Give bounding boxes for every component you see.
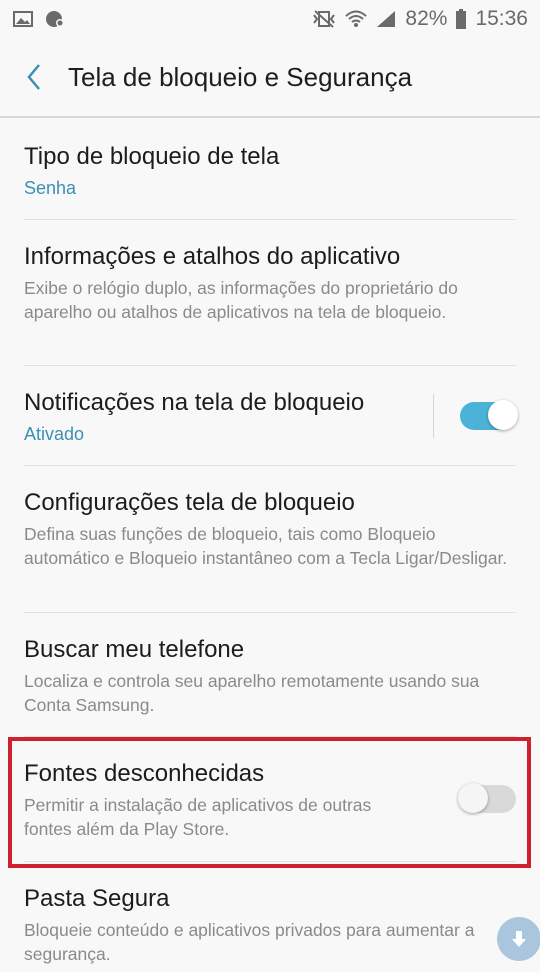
- toggle-wrapper: [433, 366, 518, 465]
- clock: 15:36: [475, 7, 528, 30]
- setting-title: Pasta Segura: [24, 885, 170, 912]
- setting-fontes-desconhecidas[interactable]: Fontes desconhecidas Permitir a instalaç…: [24, 737, 516, 862]
- setting-title: Tipo de bloqueio de tela: [24, 143, 280, 170]
- setting-title: Notificações na tela de bloqueio: [24, 389, 365, 416]
- setting-description: Bloqueie conteúdo e aplicativos privados…: [24, 920, 475, 964]
- setting-configuracoes[interactable]: Configurações tela de bloqueio Defina su…: [24, 466, 516, 613]
- setting-title: Configurações tela de bloqueio: [24, 489, 355, 516]
- image-icon: [12, 9, 34, 29]
- toggle-knob: [458, 783, 488, 813]
- vertical-divider: [433, 393, 434, 438]
- status-bar: 82% 15:36: [0, 0, 540, 38]
- setting-buscar-telefone[interactable]: Buscar meu telefone Localiza e controla …: [24, 613, 516, 737]
- chevron-left-icon: [27, 64, 40, 90]
- setting-tipo-bloqueio[interactable]: Tipo de bloqueio de tela Senha: [24, 120, 516, 220]
- setting-description: Permitir a instalação de aplicativos de …: [24, 795, 372, 839]
- page-title: Tela de bloqueio e Segurança: [68, 61, 413, 92]
- back-button[interactable]: [0, 37, 68, 117]
- toggle-knob: [488, 399, 518, 430]
- fontes-desconhecidas-toggle[interactable]: [458, 783, 516, 813]
- setting-status: Ativado: [24, 424, 85, 444]
- notificacoes-toggle[interactable]: [460, 399, 518, 430]
- battery-icon: [455, 9, 467, 29]
- arrow-down-icon: [512, 931, 526, 947]
- setting-description: Defina suas funções de bloqueio, tais co…: [24, 524, 508, 568]
- setting-description: Localiza e controla seu aparelho remotam…: [24, 671, 480, 715]
- signal-icon: [375, 9, 397, 29]
- setting-description: Exibe o relógio duplo, as informações do…: [24, 278, 458, 322]
- setting-title: Informações e atalhos do aplicativo: [24, 243, 401, 270]
- setting-notificacoes[interactable]: Notificações na tela de bloqueio Ativado: [24, 366, 518, 466]
- setting-title: Fontes desconhecidas: [24, 760, 265, 787]
- status-bar-right: 82% 15:36: [311, 7, 528, 31]
- settings-list: Tipo de bloqueio de tela Senha Informaçõ…: [0, 120, 540, 972]
- setting-value: Senha: [24, 178, 77, 198]
- vibrate-icon: [311, 9, 337, 29]
- chat-settings-icon: [44, 9, 66, 29]
- wifi-icon: [345, 9, 368, 29]
- status-bar-left: [12, 9, 66, 29]
- battery-percent: 82%: [405, 7, 448, 30]
- scroll-down-button[interactable]: [497, 917, 540, 961]
- app-bar: Tela de bloqueio e Segurança: [0, 38, 540, 118]
- setting-title: Buscar meu telefone: [24, 636, 245, 663]
- setting-pasta-segura[interactable]: Pasta Segura Bloqueie conteúdo e aplicat…: [24, 862, 516, 972]
- setting-info-atalhos[interactable]: Informações e atalhos do aplicativo Exib…: [24, 220, 516, 366]
- toggle-wrapper: [458, 737, 516, 861]
